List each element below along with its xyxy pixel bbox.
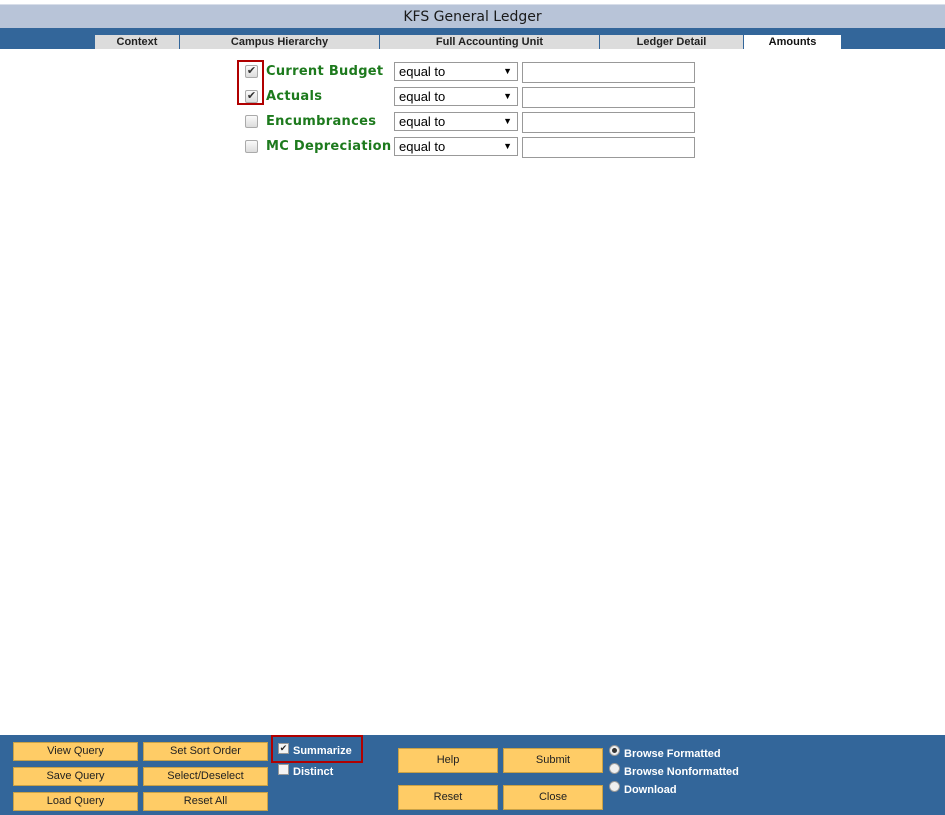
checkbox-highlight-box xyxy=(237,60,264,105)
encumbrances-value-input[interactable] xyxy=(522,112,695,133)
tab-amounts[interactable]: Amounts xyxy=(744,35,842,49)
reset-all-button[interactable]: Reset All xyxy=(143,792,268,811)
tab-strip: Context Campus Hierarchy Full Accounting… xyxy=(0,28,945,49)
actuals-operator-select[interactable]: equal to ▼ xyxy=(394,87,518,106)
app-window: KFS General Ledger Context Campus Hierar… xyxy=(0,0,945,815)
close-button[interactable]: Close xyxy=(503,785,603,810)
distinct-checkbox[interactable] xyxy=(278,764,289,775)
distinct-label: Distinct xyxy=(293,766,334,778)
actuals-operator-value: equal to xyxy=(399,89,446,104)
current-budget-value-input[interactable] xyxy=(522,62,695,83)
browse-nonformatted-radio[interactable] xyxy=(609,763,620,774)
mc-depreciation-value-input[interactable] xyxy=(522,137,695,158)
encumbrances-operator-select[interactable]: equal to ▼ xyxy=(394,112,518,131)
view-query-button[interactable]: View Query xyxy=(13,742,138,761)
encumbrances-operator-value: equal to xyxy=(399,114,446,129)
mc-depreciation-operator-value: equal to xyxy=(399,139,446,154)
current-budget-operator-value: equal to xyxy=(399,64,446,79)
tab-ledger-detail[interactable]: Ledger Detail xyxy=(600,35,744,49)
actuals-label: Actuals xyxy=(266,89,323,104)
help-button[interactable]: Help xyxy=(398,748,498,773)
submit-button[interactable]: Submit xyxy=(503,748,603,773)
tab-campus-hierarchy[interactable]: Campus Hierarchy xyxy=(180,35,380,49)
browse-nonformatted-label: Browse Nonformatted xyxy=(624,766,739,778)
set-sort-order-button[interactable]: Set Sort Order xyxy=(143,742,268,761)
mc-depreciation-operator-select[interactable]: equal to ▼ xyxy=(394,137,518,156)
download-label: Download xyxy=(624,784,677,796)
chevron-down-icon: ▼ xyxy=(503,141,512,151)
summarize-highlight-box xyxy=(271,735,363,763)
tab-context[interactable]: Context xyxy=(95,35,180,49)
reset-button[interactable]: Reset xyxy=(398,785,498,810)
encumbrances-label: Encumbrances xyxy=(266,114,377,129)
tab-full-accounting-unit[interactable]: Full Accounting Unit xyxy=(380,35,600,49)
browse-formatted-label: Browse Formatted xyxy=(624,748,721,760)
chevron-down-icon: ▼ xyxy=(503,66,512,76)
select-deselect-button[interactable]: Select/Deselect xyxy=(143,767,268,786)
browse-formatted-radio[interactable] xyxy=(609,745,620,756)
current-budget-label: Current Budget xyxy=(266,64,384,79)
encumbrances-checkbox[interactable] xyxy=(245,115,258,128)
chevron-down-icon: ▼ xyxy=(503,116,512,126)
mc-depreciation-checkbox[interactable] xyxy=(245,140,258,153)
download-radio[interactable] xyxy=(609,781,620,792)
chevron-down-icon: ▼ xyxy=(503,91,512,101)
current-budget-operator-select[interactable]: equal to ▼ xyxy=(394,62,518,81)
action-bar: View Query Set Sort Order Save Query Sel… xyxy=(0,735,945,815)
window-title: KFS General Ledger xyxy=(0,4,945,28)
save-query-button[interactable]: Save Query xyxy=(13,767,138,786)
load-query-button[interactable]: Load Query xyxy=(13,792,138,811)
mc-depreciation-label: MC Depreciation xyxy=(266,139,392,154)
actuals-value-input[interactable] xyxy=(522,87,695,108)
